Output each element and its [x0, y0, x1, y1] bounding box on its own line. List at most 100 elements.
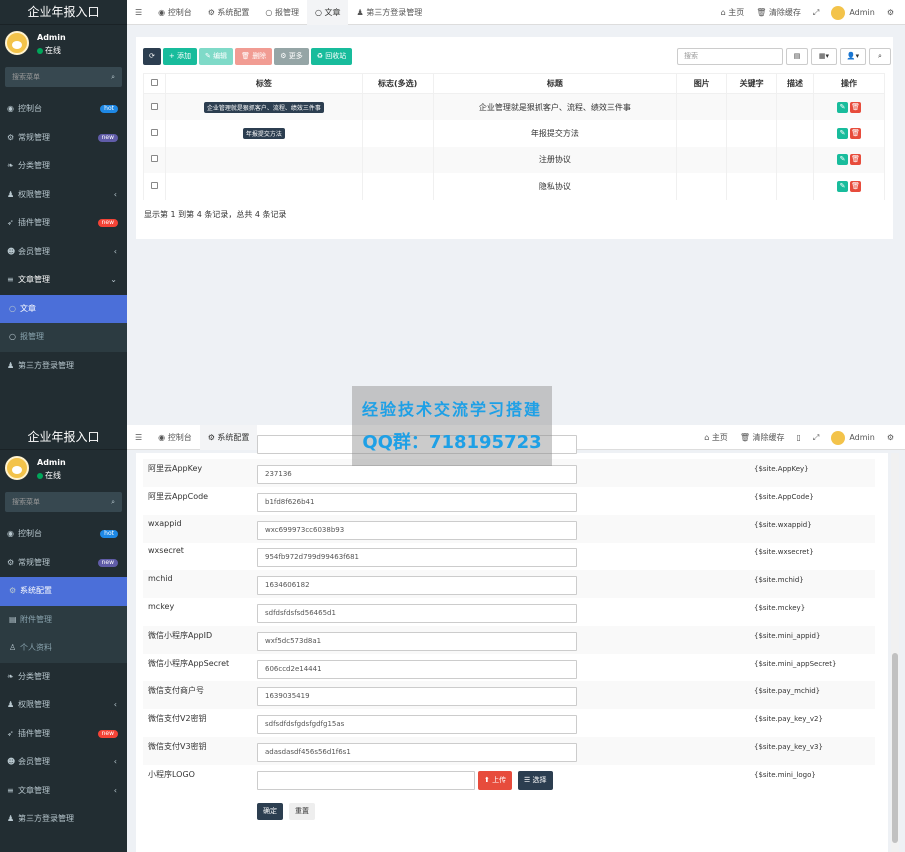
choose-button[interactable]: ☰ 选择 [518, 770, 553, 790]
export-button[interactable]: 👤▾ [840, 48, 866, 65]
sidebar-item[interactable]: ☻ 会员管理 ‹ [0, 748, 127, 777]
sidebar-item[interactable]: ➶ 插件管理 new [0, 720, 127, 749]
logo-path-input[interactable] [257, 770, 475, 790]
menu-toggle-icon[interactable]: ☰ [127, 0, 150, 25]
user-panel: Admin 在线 [0, 25, 127, 65]
sidebar-item[interactable]: ⚙ 系统配置 [0, 577, 127, 606]
search-icon[interactable]: ⌕ [111, 67, 115, 87]
settings-cog-icon[interactable]: ⚙ [881, 0, 900, 25]
trash-icon[interactable]: 🗑 [850, 127, 862, 139]
text-field[interactable]: wxf5dc573d8a1 [257, 631, 577, 651]
tab[interactable]: ⚙ 系统配置 [200, 0, 258, 25]
search-toggle-button[interactable]: ⌕ [869, 48, 891, 65]
article-table-card: ⟳ + 添加 ✎ 编辑 🗑 删除 ⚙ 更多 ♻ 回收站 搜索 ▤ ▦▾ 👤▾ ⌕… [136, 37, 893, 239]
sidebar-item[interactable]: ♟ 权限管理 ‹ [0, 691, 127, 720]
search-icon[interactable]: ⌕ [111, 492, 115, 512]
sidebar-item[interactable]: ▤ 附件管理 [0, 605, 127, 634]
select-all-checkbox[interactable] [150, 79, 158, 86]
text-field[interactable]: b1fd8f626b41 [257, 492, 577, 512]
text-field[interactable]: wxc699973cc6038b93 [257, 520, 577, 540]
trash-icon[interactable]: 🗑 [850, 154, 862, 166]
edit-icon[interactable]: ✎ [837, 154, 849, 166]
text-field[interactable]: 954fb972d799d99463f681 [257, 548, 577, 568]
text-field[interactable]: 606ccd2e14441 [257, 659, 577, 679]
sidebar-item[interactable]: ◉ 控制台 hot [0, 520, 127, 549]
table-row[interactable]: 企业管理就是狠抓客户、流程、绩效三件事 企业管理就是狠抓客户、流程、绩效三件事 ✎ 🗑 [143, 93, 885, 120]
table-row[interactable]: 年报提交方法 年报提交方法 ✎ 🗑 [143, 120, 885, 147]
sidebar-item[interactable]: ♟ 第三方登录管理 [0, 352, 127, 381]
tab[interactable]: ○ 报管理 [257, 0, 307, 25]
sidebar-item[interactable]: ➶ 插件管理 new [0, 209, 127, 238]
reset-button[interactable]: 重置 [289, 803, 315, 820]
tab[interactable]: ○ 文章 [306, 0, 349, 25]
text-field[interactable]: 237136 [257, 465, 577, 484]
delete-button[interactable]: 🗑 删除 [235, 48, 273, 65]
field-label: 微信支付V2密钥 [148, 714, 207, 724]
article-title: 隐私协议 [432, 173, 678, 200]
add-button[interactable]: + 添加 [162, 48, 197, 65]
tab-icon: ○ [265, 8, 275, 17]
sidebar-item-label: 常规管理 [18, 132, 50, 142]
table-row[interactable]: 隐私协议 ✎ 🗑 [143, 173, 885, 200]
leaf-icon: ❧ [7, 161, 14, 170]
field-label: 阿里云AppCode [148, 491, 209, 501]
fullscreen-icon[interactable]: ⤢ [807, 0, 825, 25]
recycle-bin-button[interactable]: ♻ 回收站 [310, 48, 353, 65]
tag-label: 年报提交方法 [242, 127, 285, 139]
upload-button[interactable]: ⬆ 上传 [478, 770, 513, 790]
row-checkbox[interactable] [150, 102, 158, 110]
home-link[interactable]: ⌂ 主页 [715, 0, 751, 25]
toggle-view-button[interactable]: ▤ [786, 48, 808, 65]
sidebar-item[interactable]: ⚙ 常规管理 new [0, 124, 127, 153]
sidebar-item[interactable]: ♟ 第三方登录管理 [0, 805, 127, 834]
sidebar-item[interactable]: ≡ 文章管理 ⌄ [0, 266, 127, 295]
trash-icon[interactable]: 🗑 [850, 180, 862, 192]
clear-cache-button[interactable]: 🗑 清除缓存 [750, 0, 807, 25]
sidebar-item[interactable]: ❧ 分类管理 [0, 663, 127, 692]
edit-button[interactable]: ✎ 编辑 [198, 48, 234, 65]
row-checkbox[interactable] [150, 181, 158, 189]
edit-icon[interactable]: ✎ [837, 127, 849, 139]
user-menu[interactable]: Admin [825, 0, 881, 25]
menu-search-input[interactable]: 搜索菜单 ⌕ [5, 67, 122, 87]
chevron-icon: ‹ [113, 189, 117, 199]
app-logo-title[interactable]: 企业年报入口 [0, 0, 127, 25]
scrollbar[interactable] [891, 453, 899, 852]
app-logo-title[interactable]: 企业年报入口 [0, 425, 127, 450]
scrollbar-thumb[interactable] [892, 653, 898, 843]
text-field[interactable]: adasdasdf456s56d1f6s1 [257, 743, 577, 762]
edit-icon[interactable]: ✎ [837, 101, 849, 113]
settings-cog-icon[interactable]: ⚙ [881, 425, 900, 450]
text-field[interactable]: sdfdsfdsfsd56465d1 [257, 604, 577, 623]
sidebar-item-label: 第三方登录管理 [18, 814, 74, 823]
sidebar-item[interactable]: ○ 报管理 [0, 323, 127, 352]
tab[interactable]: ◉ 控制台 [150, 0, 200, 25]
trash-icon[interactable]: 🗑 [850, 101, 862, 113]
sidebar-item[interactable]: ☻ 会员管理 ‹ [0, 238, 127, 267]
menu-search-input[interactable]: 搜索菜单 ⌕ [5, 492, 122, 512]
row-checkbox[interactable] [150, 155, 158, 163]
table-row[interactable]: 注册协议 ✎ 🗑 [143, 146, 885, 173]
submit-button[interactable]: 确定 [257, 803, 283, 820]
text-field[interactable]: 1634606182 [257, 576, 577, 596]
sidebar-item[interactable]: ◉ 控制台 hot [0, 95, 127, 124]
chevron-icon: ‹ [113, 757, 117, 766]
sidebar-item[interactable]: ♟ 权限管理 ‹ [0, 181, 127, 210]
sidebar-item[interactable]: ❧ 分类管理 [0, 152, 127, 181]
text-field[interactable]: 1639035419 [257, 687, 577, 707]
column-header: 图片 [676, 73, 728, 94]
edit-icon[interactable]: ✎ [837, 180, 849, 192]
sidebar-item[interactable]: ≡ 文章管理 ‹ [0, 777, 127, 806]
avatar [5, 456, 29, 480]
more-button[interactable]: ⚙ 更多 [274, 48, 309, 65]
refresh-button[interactable]: ⟳ [143, 48, 161, 65]
sidebar-item[interactable]: ○ 文章 [0, 294, 127, 323]
columns-button[interactable]: ▦▾ [811, 48, 837, 65]
tab[interactable]: ♟ 第三方登录管理 [348, 0, 430, 25]
form-row: 微信支付商户号 1639035419 {$site.pay_mchid} [143, 681, 875, 710]
text-field[interactable]: sdfsdfdsfgdsfgdfg15as [257, 715, 577, 735]
row-checkbox[interactable] [150, 128, 158, 136]
sidebar-item[interactable]: ⚙ 常规管理 new [0, 549, 127, 578]
sidebar-item[interactable]: ♙ 个人资料 [0, 634, 127, 663]
table-search-input[interactable]: 搜索 [677, 48, 783, 65]
